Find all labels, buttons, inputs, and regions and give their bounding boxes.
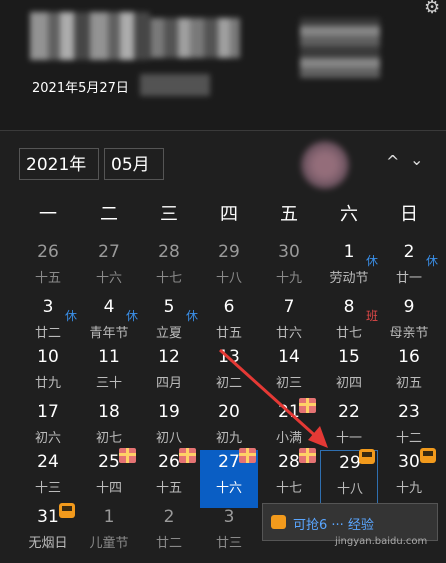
watermark: jingyan.baidu.com [335, 536, 428, 547]
annotation-arrow [218, 348, 328, 448]
bus-icon [271, 515, 286, 529]
promo-text: 可抢6 ··· 经验 [293, 518, 374, 533]
